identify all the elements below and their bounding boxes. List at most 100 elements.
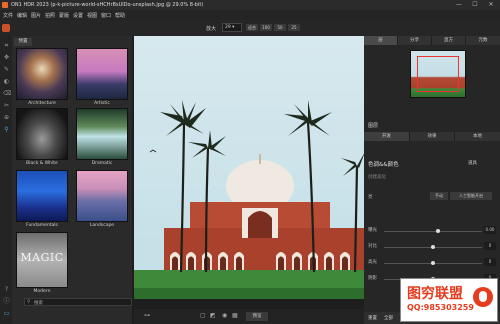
preset-label: Landscape — [89, 223, 115, 228]
zoom-25-button[interactable]: 25 — [288, 24, 300, 31]
mode-tab-local[interactable]: 本地 — [455, 132, 500, 141]
close-button[interactable]: ✕ — [484, 1, 498, 9]
slider-highlights[interactable]: 高光 0 — [368, 258, 496, 268]
retouch-icon[interactable]: ✂ — [3, 102, 10, 109]
preset-architecture[interactable]: Architecture — [16, 48, 68, 106]
preset-thumbnail — [76, 170, 128, 222]
presets-tab[interactable]: 预置 — [14, 38, 32, 46]
bottom-bar: ⊶ ▢ ◩ ◉ ▦ 预览 — [134, 309, 364, 324]
preset-thumbnail — [76, 48, 128, 100]
browse-icon[interactable]: ▭ — [3, 310, 10, 317]
preset-thumbnail-text: MAGIC — [20, 251, 64, 264]
menu-file[interactable]: 文件 — [3, 12, 13, 19]
preset-label: Dramatic — [91, 161, 113, 166]
clone-icon[interactable]: ⊕ — [3, 114, 10, 121]
slider-value[interactable]: 0 — [484, 258, 496, 266]
menu-help[interactable]: 帮助 — [115, 12, 125, 19]
eye-icon[interactable]: ◉ — [222, 312, 227, 319]
mode-tab-develop[interactable]: 开发 — [364, 132, 410, 141]
preset-thumbnail — [16, 170, 68, 222]
slider-value[interactable]: 0.00 — [484, 226, 496, 234]
eraser-icon[interactable]: ⌫ — [3, 90, 11, 97]
preset-dramatic[interactable]: Dramatic — [76, 108, 128, 166]
preset-browser: 预置 Architecture Artistic Black & White D… — [12, 36, 132, 324]
tab-metadata[interactable]: 元数 — [466, 36, 500, 45]
brush-icon[interactable]: ✎ — [3, 66, 10, 73]
menu-window[interactable]: 窗口 — [101, 12, 111, 19]
help-icon[interactable]: ? — [3, 286, 10, 293]
preset-label: Modern — [33, 289, 51, 294]
preset-artistic[interactable]: Artistic — [76, 48, 128, 106]
preview-button[interactable]: 预览 — [246, 312, 268, 321]
slider-knob[interactable] — [435, 229, 440, 233]
menu-capture[interactable]: 拍照 — [45, 12, 55, 19]
slider-exposure[interactable]: 曝光 0.00 — [368, 226, 496, 236]
transform-icon[interactable]: ✥ — [3, 54, 10, 61]
watermark: 图穷联盟 QQ:985303259 — [400, 278, 498, 322]
tab-histogram[interactable]: 直方 — [432, 36, 466, 45]
search-input[interactable]: 搜索 — [34, 300, 43, 306]
footer-reset-button[interactable]: 重置 — [368, 315, 377, 321]
maximize-button[interactable]: ☐ — [468, 1, 482, 9]
watermark-qq: QQ:985303259 — [407, 303, 474, 312]
menu-view[interactable]: 视图 — [87, 12, 97, 19]
mask-view-icon[interactable]: ▢ — [200, 312, 206, 319]
view-icon[interactable]: ⚲ — [3, 126, 10, 133]
slider-label: 对比 — [368, 244, 377, 249]
menu-edit[interactable]: 编辑 — [17, 12, 27, 19]
slider-knob[interactable] — [431, 261, 435, 265]
preset-label: Black & White — [26, 161, 58, 166]
menu-mask[interactable]: 蒙版 — [59, 12, 69, 19]
zoom-label: 放大 — [206, 26, 217, 32]
preset-label: Architecture — [28, 101, 56, 106]
photo-view — [134, 36, 365, 299]
preset-label: Artistic — [94, 101, 110, 106]
info-icon[interactable]: ⓘ — [3, 298, 10, 305]
ai-button[interactable]: 人工智能开启 — [450, 192, 492, 200]
zoom-100-button[interactable]: 100 — [260, 24, 272, 31]
manual-button[interactable]: 手动 — [430, 192, 448, 200]
grid-icon[interactable]: ▦ — [232, 312, 238, 319]
compare-icon[interactable]: ⊶ — [144, 312, 150, 319]
search-icon: ⚲ — [27, 299, 31, 305]
navigator-viewport[interactable] — [417, 56, 459, 92]
overlay-icon[interactable]: ◩ — [210, 312, 216, 319]
tab-layers[interactable]: 层 — [364, 36, 398, 45]
preset-thumbnail — [16, 48, 68, 100]
slider-knob[interactable] — [431, 245, 435, 249]
mode-tab-effects[interactable]: 效果 — [410, 132, 455, 141]
crop-icon[interactable]: ⌗ — [3, 42, 10, 49]
preset-thumbnail — [16, 108, 68, 160]
sub-label-enhance: 创建美化 — [368, 175, 386, 180]
slider-track[interactable] — [384, 231, 482, 232]
preset-label: Fundamentals — [26, 223, 58, 228]
fit-button[interactable]: 适合 — [246, 24, 258, 31]
menu-image[interactable]: 图片 — [31, 12, 41, 19]
slider-value[interactable]: 0 — [484, 242, 496, 250]
footer-all-button[interactable]: 全部 — [384, 315, 393, 321]
image-canvas[interactable] — [134, 36, 365, 299]
zoom-50-button[interactable]: 50 — [274, 24, 286, 31]
preset-search[interactable]: ⚲ 搜索 — [24, 298, 132, 306]
preset-thumbnail: MAGIC — [16, 232, 68, 288]
tab-share[interactable]: 分享 — [398, 36, 432, 45]
tone-color-title: 色调&&颜色 — [368, 162, 399, 168]
minimize-button[interactable]: — — [452, 1, 466, 9]
preset-black-white[interactable]: Black & White — [16, 108, 68, 166]
slider-label: 曝光 — [368, 228, 377, 233]
app-menu-icon[interactable] — [2, 24, 10, 32]
zoom-select[interactable]: 29 ▾ — [222, 23, 242, 32]
slider-contrast[interactable]: 对比 0 — [368, 242, 496, 252]
watermark-brand: 图穷联盟 — [407, 286, 463, 302]
reset-link[interactable]: 道具 — [468, 160, 477, 166]
preset-modern[interactable]: MAGIC Modern — [16, 232, 68, 294]
menu-settings[interactable]: 设置 — [73, 12, 83, 19]
app-logo — [2, 2, 8, 8]
gradient-icon[interactable]: ◐ — [3, 78, 10, 85]
preset-landscape[interactable]: Landscape — [76, 170, 128, 228]
slider-label: 阴影 — [368, 276, 377, 281]
navigator-thumbnail[interactable] — [410, 50, 466, 98]
top-toolbar: 放大 29 ▾ 适合 100 50 25 — [0, 20, 500, 37]
preset-fundamentals[interactable]: Fundamentals — [16, 170, 68, 228]
slider-label: 高光 — [368, 260, 377, 265]
